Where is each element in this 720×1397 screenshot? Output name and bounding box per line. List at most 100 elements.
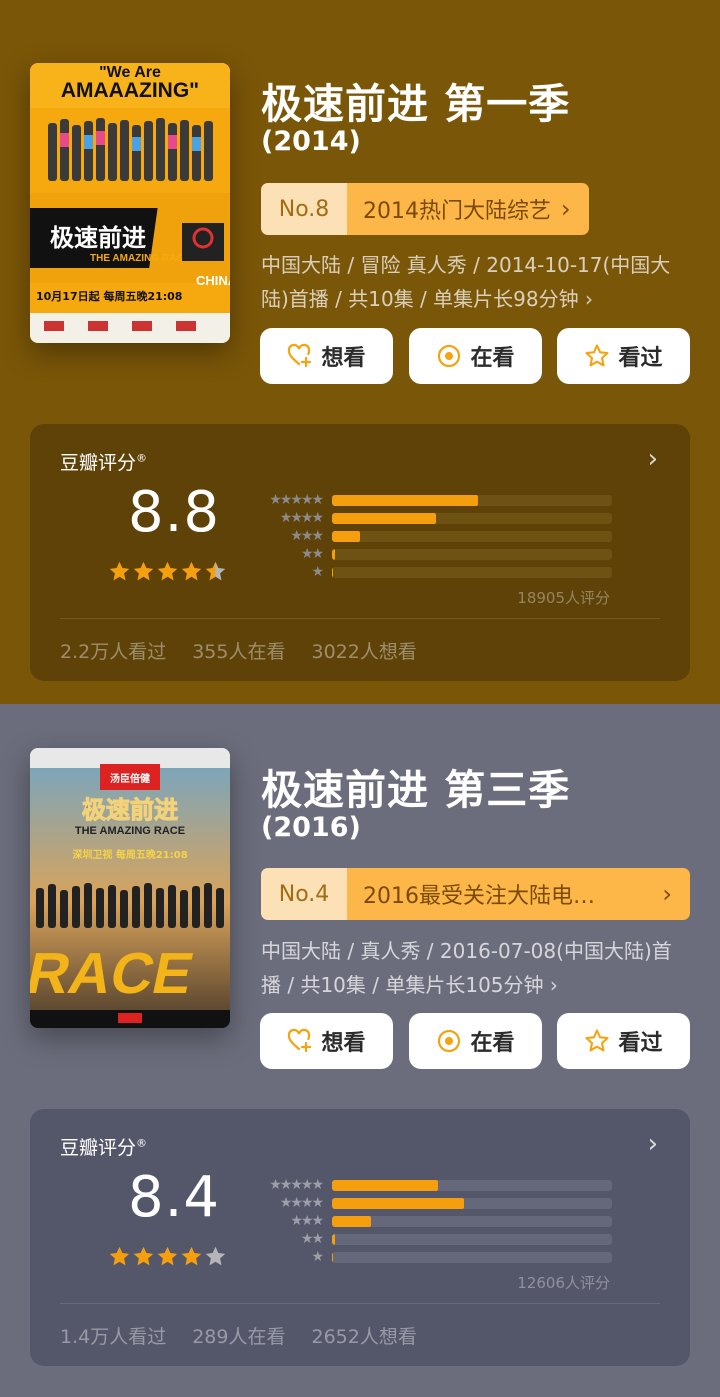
rating-distribution: ★★★★★ ★★★★ ★★★ ★★ ★ <box>252 491 612 581</box>
watched-button[interactable]: 看过 <box>557 328 690 384</box>
want-to-watch-button[interactable]: 想看 <box>260 328 393 384</box>
rating-card[interactable]: 豆瓣评分® › 8.4 ★★★★★ ★★★★ ★★★ ★★ ★ 12606人评分 1.4… <box>30 1109 690 1366</box>
poster-image[interactable]: 汤臣倍健 极速前进 THE AMAZING RACE 深圳卫视 每周五晚21:0… <box>30 748 230 1028</box>
watched-button[interactable]: 看过 <box>557 1013 690 1069</box>
chevron-right-icon[interactable]: › <box>648 1129 658 1159</box>
distribution-track <box>332 566 612 578</box>
chevron-right-icon: › <box>652 868 690 920</box>
heart-plus-icon <box>288 1028 312 1053</box>
distribution-row-5-star: ★★★★★ <box>252 491 612 509</box>
star-full-icon <box>181 561 202 581</box>
watched-count: 1.4万人看过 <box>60 1326 167 1348</box>
svg-text:极速前进: 极速前进 <box>50 224 146 252</box>
star-level-icon: ★★★★ <box>279 510 324 526</box>
distribution-bar <box>332 566 334 578</box>
rating-source-label: 豆瓣评分® <box>60 451 148 474</box>
target-circle-icon <box>438 344 461 368</box>
show-meta-info[interactable]: 中国大陆 / 冒险 真人秀 / 2014-10-17(中国大陆)首播 / 共10… <box>261 248 691 316</box>
watched-label: 看过 <box>618 1031 663 1056</box>
show-section-season-3: 汤臣倍健 极速前进 THE AMAZING RACE 深圳卫视 每周五晚21:0… <box>0 704 720 1397</box>
distribution-row-1-star: ★ <box>252 1248 612 1266</box>
distribution-bar <box>332 1197 464 1209</box>
star-level-icon: ★★★ <box>290 528 324 544</box>
distribution-row-2-star: ★★ <box>252 545 612 563</box>
distribution-track <box>332 548 612 560</box>
distribution-row-5-star: ★★★★★ <box>252 1176 612 1194</box>
svg-text:汤臣倍健: 汤臣倍健 <box>110 772 150 785</box>
watching-label: 在看 <box>470 1031 515 1056</box>
vote-count: 18905人评分 <box>517 589 610 607</box>
want-count: 2652人想看 <box>311 1326 417 1348</box>
want-to-watch-button[interactable]: 想看 <box>260 1013 393 1069</box>
audience-stats: 1.4万人看过 289人在看 2652人想看 <box>60 1322 417 1349</box>
ranking-badge[interactable]: No.4 2016最受关注大陆电… › <box>261 868 690 920</box>
rank-number: No.8 <box>261 183 347 235</box>
ranking-badge[interactable]: No.8 2014热门大陆综艺 › <box>261 183 589 235</box>
star-level-icon: ★★★★★ <box>269 1177 324 1193</box>
star-full-icon <box>157 561 178 581</box>
watched-count: 2.2万人看过 <box>60 641 167 663</box>
svg-text:RACE: RACE <box>30 942 199 1006</box>
star-outline-icon <box>585 344 610 367</box>
watching-button[interactable]: 在看 <box>409 328 542 384</box>
want-to-watch-label: 想看 <box>321 346 366 371</box>
show-year: (2014) <box>261 126 361 157</box>
vote-count: 12606人评分 <box>517 1274 610 1292</box>
star-level-icon: ★★ <box>300 546 324 562</box>
distribution-row-4-star: ★★★★ <box>252 1194 612 1212</box>
svg-text:10月17日起 每周五晚21:08: 10月17日起 每周五晚21:08 <box>36 289 182 303</box>
star-full-icon <box>109 561 130 581</box>
svg-text:深圳卫视 每周五晚21:08: 深圳卫视 每周五晚21:08 <box>72 848 187 861</box>
distribution-track <box>332 1179 612 1191</box>
star-full-icon <box>181 1246 202 1266</box>
distribution-track <box>332 530 612 542</box>
star-full-icon <box>157 1246 178 1266</box>
star-level-icon: ★ <box>311 1249 324 1265</box>
star-full-icon <box>133 1246 154 1266</box>
distribution-track <box>332 1233 612 1245</box>
distribution-row-4-star: ★★★★ <box>252 509 612 527</box>
rank-label: 2016最受关注大陆电… <box>347 868 653 920</box>
rating-score: 8.8 <box>128 480 221 545</box>
star-half-icon <box>205 561 226 581</box>
target-circle-icon <box>438 1029 461 1053</box>
divider <box>60 618 660 619</box>
poster-illustration: "We Are AMAAAZING" 极速前进 THE AMAZING RACE… <box>30 63 230 343</box>
distribution-row-2-star: ★★ <box>252 1230 612 1248</box>
chevron-right-icon[interactable]: › <box>648 444 658 474</box>
divider <box>60 1303 660 1304</box>
star-level-icon: ★ <box>311 564 324 580</box>
star-empty-icon <box>205 1246 226 1266</box>
distribution-bar <box>332 1215 372 1227</box>
distribution-track <box>332 512 612 524</box>
show-title: 极速前进 第三季 <box>261 766 571 814</box>
show-meta-info[interactable]: 中国大陆 / 真人秀 / 2016-07-08(中国大陆)首播 / 共10集 /… <box>261 934 691 1002</box>
show-section-season-1: "We Are AMAAAZING" 极速前进 THE AMAZING RACE… <box>0 0 720 704</box>
poster-image[interactable]: "We Are AMAAAZING" 极速前进 THE AMAZING RACE… <box>30 63 230 343</box>
watching-count: 289人在看 <box>192 1326 286 1348</box>
distribution-row-3-star: ★★★ <box>252 1212 612 1230</box>
distribution-row-1-star: ★ <box>252 563 612 581</box>
distribution-track <box>332 1197 612 1209</box>
distribution-bar <box>332 530 360 542</box>
rating-source-label: 豆瓣评分® <box>60 1136 148 1159</box>
star-full-icon <box>109 1246 130 1266</box>
rank-number: No.4 <box>261 868 347 920</box>
star-level-icon: ★★★★ <box>279 1195 324 1211</box>
distribution-bar <box>332 494 478 506</box>
poster-illustration: 汤臣倍健 极速前进 THE AMAZING RACE 深圳卫视 每周五晚21:0… <box>30 748 230 1028</box>
show-title: 极速前进 第一季 <box>261 80 571 128</box>
distribution-bar <box>332 548 335 560</box>
watched-label: 看过 <box>618 346 663 371</box>
want-to-watch-label: 想看 <box>321 1031 366 1056</box>
star-full-icon <box>133 561 154 581</box>
rating-distribution: ★★★★★ ★★★★ ★★★ ★★ ★ <box>252 1176 612 1266</box>
svg-text:AMAAAZING": AMAAAZING" <box>61 79 199 102</box>
watching-label: 在看 <box>470 346 515 371</box>
distribution-track <box>332 1215 612 1227</box>
heart-plus-icon <box>288 343 312 368</box>
distribution-bar <box>332 512 436 524</box>
distribution-track <box>332 494 612 506</box>
watching-button[interactable]: 在看 <box>409 1013 542 1069</box>
rating-card[interactable]: 豆瓣评分® › 8.8 ★★★★★ ★★★★ ★★★ ★★ ★ 18905人评分 2.2… <box>30 424 690 681</box>
